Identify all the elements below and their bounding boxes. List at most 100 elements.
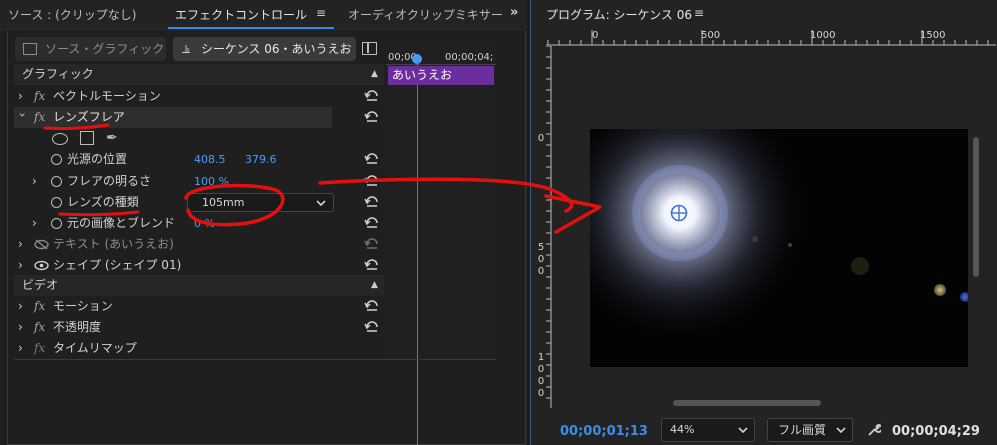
section-video-label: ビデオ bbox=[22, 278, 59, 292]
expand-icon[interactable]: › bbox=[18, 338, 28, 359]
param-label: フレアの明るさ bbox=[67, 174, 152, 188]
playhead-line bbox=[417, 60, 418, 445]
reset-icon[interactable] bbox=[364, 153, 380, 165]
expand-icon[interactable]: › bbox=[18, 86, 28, 107]
fx-icon[interactable]: fx bbox=[34, 317, 45, 338]
master-clip-label: ソース・グラフィック bbox=[45, 42, 165, 56]
reset-icon[interactable] bbox=[364, 111, 380, 123]
layer-name: シェイプ (シェイプ 01) bbox=[53, 258, 182, 272]
tab-source[interactable]: ソース : (クリップなし) bbox=[8, 6, 136, 23]
ruler-digit: 0 bbox=[537, 376, 545, 387]
layer-shape[interactable]: › シェイプ (シェイプ 01) bbox=[14, 255, 384, 276]
sequence-icon: ⫡ bbox=[182, 42, 191, 56]
section-graphic: グラフィック ▲ bbox=[14, 64, 384, 85]
ellipse-mask-icon[interactable] bbox=[52, 133, 68, 145]
effect-timeline[interactable] bbox=[386, 40, 496, 360]
ruler-digit: 0 bbox=[537, 133, 545, 144]
reset-icon[interactable] bbox=[364, 196, 380, 208]
fx-icon[interactable]: fx bbox=[34, 338, 45, 359]
effect-name: レンズフレア bbox=[53, 110, 125, 124]
reset-icon[interactable] bbox=[364, 259, 380, 271]
vertical-scrollbar[interactable] bbox=[973, 137, 979, 277]
fx-icon[interactable]: fx bbox=[34, 296, 45, 317]
effect-name: タイムリマップ bbox=[53, 341, 137, 355]
panel-overflow-icon[interactable]: » bbox=[510, 5, 518, 20]
tab-menu-icon[interactable]: ≡ bbox=[316, 6, 326, 20]
effect-vector-motion[interactable]: › fx ベクトルモーション bbox=[14, 86, 384, 107]
param-value-y[interactable]: 379.6 bbox=[245, 149, 277, 170]
param-value[interactable]: 100 % bbox=[194, 171, 229, 192]
effect-opacity[interactable]: › fx 不透明度 bbox=[14, 317, 384, 338]
layer-name: テキスト (あいうえお) bbox=[53, 237, 174, 251]
ruler-digit: 0 bbox=[537, 266, 545, 277]
program-monitor-title[interactable]: プログラム: シーケンス 06 bbox=[546, 6, 692, 23]
stopwatch-icon[interactable] bbox=[51, 176, 62, 187]
collapse-icon[interactable]: ▲ bbox=[371, 275, 378, 296]
expand-icon[interactable]: › bbox=[18, 317, 28, 338]
ruler-label-1500: 1500 bbox=[920, 30, 946, 41]
tab-effect-controls[interactable]: エフェクトコントロール bbox=[175, 6, 307, 23]
wrench-icon[interactable] bbox=[867, 423, 881, 437]
reset-icon[interactable] bbox=[364, 90, 380, 102]
reset-icon[interactable] bbox=[364, 238, 380, 250]
chevron-down-icon bbox=[316, 200, 326, 207]
fx-icon[interactable]: fx bbox=[34, 107, 45, 128]
lens-type-dropdown[interactable]: 105mm bbox=[187, 193, 334, 212]
reset-icon[interactable] bbox=[364, 321, 380, 333]
lens-flare-render bbox=[590, 129, 968, 367]
clip-bar[interactable]: あいうえお bbox=[388, 66, 494, 85]
effect-name: モーション bbox=[53, 299, 113, 313]
duration-timecode: 00;00;04;29 bbox=[892, 424, 980, 439]
reset-icon[interactable] bbox=[364, 175, 380, 187]
layer-text[interactable]: › テキスト (あいうえお) bbox=[14, 234, 384, 255]
tab-audio-clip-mixer[interactable]: オーディオクリップミキサー bbox=[348, 6, 503, 23]
clip-bar-label: あいうえお bbox=[392, 68, 453, 82]
stopwatch-icon[interactable] bbox=[51, 197, 62, 208]
toggle-timeline-icon[interactable] bbox=[362, 42, 377, 55]
rect-mask-icon[interactable] bbox=[80, 131, 94, 145]
tab-menu-icon[interactable]: ≡ bbox=[694, 6, 704, 20]
expand-icon[interactable]: › bbox=[18, 234, 28, 255]
program-video-frame[interactable] bbox=[590, 129, 968, 367]
fx-icon[interactable]: fx bbox=[34, 86, 45, 107]
ruler-label-1000: 1000 bbox=[810, 30, 836, 41]
eye-off-icon[interactable] bbox=[34, 239, 49, 250]
reset-icon[interactable] bbox=[364, 217, 380, 229]
effect-lens-flare[interactable]: › fx レンズフレア bbox=[14, 107, 332, 128]
expand-icon[interactable]: › bbox=[32, 213, 42, 234]
ruler-label-0: 0 bbox=[592, 30, 599, 41]
stopwatch-icon[interactable] bbox=[51, 218, 62, 229]
expand-icon[interactable]: › bbox=[32, 171, 42, 192]
lens-type-value: 105mm bbox=[202, 196, 245, 209]
zoom-dropdown[interactable]: 44% bbox=[661, 418, 755, 442]
current-timecode[interactable]: 00;00;01;13 bbox=[560, 424, 648, 439]
param-value-x[interactable]: 408.5 bbox=[194, 149, 226, 170]
effect-name: 不透明度 bbox=[53, 320, 102, 334]
collapse-icon[interactable]: ▲ bbox=[371, 64, 378, 85]
quality-dropdown[interactable]: フル画質 bbox=[767, 418, 853, 442]
eye-icon[interactable] bbox=[34, 260, 49, 271]
param-label: 光源の位置 bbox=[67, 152, 128, 166]
stopwatch-icon[interactable] bbox=[51, 154, 62, 165]
param-blend-with-original: › 元の画像とブレンド 0 % bbox=[14, 213, 384, 234]
timeline-ruler[interactable]: 00;00 00;00;04; bbox=[386, 47, 496, 65]
flare-center-crosshair-icon[interactable] bbox=[670, 204, 688, 222]
effect-controls-panel: ソース : (クリップなし) エフェクトコントロール ≡ オーディオクリップミキ… bbox=[0, 0, 527, 445]
effect-time-remap[interactable]: › fx タイムリマップ bbox=[14, 338, 384, 359]
expand-icon[interactable]: › bbox=[18, 296, 28, 317]
section-video: ビデオ ▲ bbox=[14, 275, 384, 296]
left-panel-tabbar: ソース : (クリップなし) エフェクトコントロール ≡ オーディオクリップミキ… bbox=[0, 0, 527, 30]
sequence-clip-button[interactable]: ⫡ シーケンス 06・あいうえお bbox=[173, 37, 356, 61]
master-clip-button[interactable]: ソース・グラフィック bbox=[15, 37, 166, 61]
horizontal-scrollbar[interactable] bbox=[673, 400, 821, 406]
param-value[interactable]: 0 % bbox=[194, 213, 215, 234]
collapse-caret-icon[interactable]: › bbox=[12, 113, 33, 123]
expand-icon[interactable]: › bbox=[18, 255, 28, 276]
param-label: レンズの種類 bbox=[67, 195, 139, 209]
chevron-down-icon bbox=[836, 427, 846, 434]
zoom-value: 44% bbox=[670, 423, 695, 436]
pen-mask-icon[interactable]: ✒ bbox=[106, 130, 118, 146]
ruler-digit: 0 bbox=[537, 388, 545, 399]
reset-icon[interactable] bbox=[364, 300, 380, 312]
effect-motion[interactable]: › fx モーション bbox=[14, 296, 384, 317]
